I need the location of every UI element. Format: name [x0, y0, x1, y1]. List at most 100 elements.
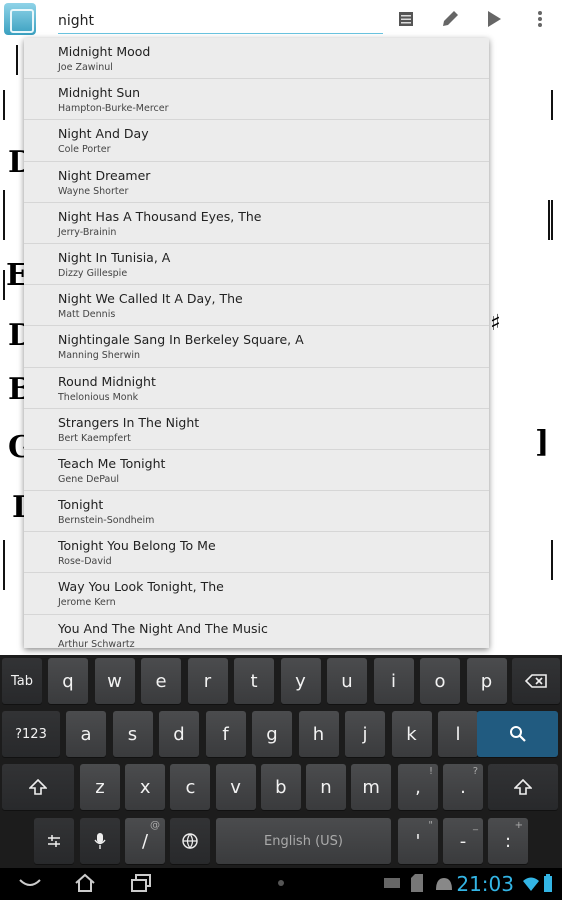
suggestion-item[interactable]: Teach Me Tonight Gene DePaul	[24, 450, 489, 492]
key-g[interactable]: g	[252, 711, 292, 757]
suggestion-item[interactable]: Night And Day Cole Porter	[24, 120, 489, 162]
suggestion-item[interactable]: Night Dreamer Wayne Shorter	[24, 162, 489, 203]
back-icon[interactable]	[18, 876, 42, 890]
shift-icon	[514, 779, 532, 795]
key-q[interactable]: q	[48, 658, 88, 704]
suggestion-composer: Wayne Shorter	[58, 185, 129, 197]
more-vert-icon	[538, 11, 542, 27]
key-o[interactable]: o	[420, 658, 460, 704]
suggestion-title: Midnight Mood	[58, 44, 151, 59]
tab-key[interactable]: Tab	[2, 658, 42, 704]
shift-key-left[interactable]	[2, 764, 74, 810]
suggestion-title: Night Has A Thousand Eyes, The	[58, 208, 262, 224]
suggestion-item[interactable]: Way You Look Tonight, The Jerome Kern	[24, 573, 489, 615]
colon-key[interactable]: : +	[488, 818, 528, 864]
home-icon[interactable]	[74, 873, 96, 893]
language-key[interactable]	[170, 818, 210, 864]
period-key-alt: ?	[472, 766, 478, 777]
key-p[interactable]: p	[466, 658, 507, 704]
search-input[interactable]	[58, 9, 383, 34]
sliders-icon	[48, 835, 60, 847]
key-c[interactable]: c	[170, 764, 211, 810]
suggestion-composer: Manning Sherwin	[58, 350, 141, 362]
globe-icon	[182, 833, 198, 849]
suggestion-item[interactable]: Round Midnight Thelonious Monk	[24, 368, 489, 409]
key-d[interactable]: d	[159, 711, 199, 757]
action-bar	[0, 0, 562, 38]
key-a[interactable]: a	[66, 711, 106, 757]
play-button[interactable]	[480, 6, 508, 32]
dash-key-label: -	[459, 830, 467, 852]
overflow-menu-button[interactable]	[526, 6, 554, 32]
suggestion-title: Tonight You Belong To Me	[58, 538, 216, 554]
suggestion-item[interactable]: Nightingale Sang In Berkeley Square, A Ma…	[24, 326, 489, 368]
suggestion-item[interactable]: Midnight Sun Hampton-Burke-Mercer	[24, 79, 489, 121]
pencil-icon	[443, 11, 458, 26]
key-v[interactable]: v	[215, 764, 256, 810]
suggestion-composer: Arthur Schwartz	[58, 638, 135, 648]
backspace-key[interactable]	[512, 658, 560, 704]
apostrophe-key-label: '	[415, 830, 421, 852]
key-h[interactable]: h	[298, 711, 339, 757]
slash-key[interactable]: / @	[125, 818, 165, 864]
key-w[interactable]: w	[94, 658, 135, 704]
apostrophe-key[interactable]: ' "	[398, 818, 438, 864]
suggestion-item[interactable]: Night Has A Thousand Eyes, The Jerry-Brai…	[24, 203, 489, 244]
suggestion-composer: Jerome Kern	[58, 597, 116, 609]
comma-key[interactable]: ,!	[398, 764, 438, 810]
list-button[interactable]	[392, 6, 420, 32]
suggestion-composer: Cole Porter	[58, 144, 111, 156]
suggestion-item[interactable]: Tonight Bernstein-Sondheim	[24, 491, 489, 533]
key-s[interactable]: s	[112, 711, 153, 757]
suggestion-composer: Dizzy Gillespie	[58, 267, 128, 279]
symbols-key[interactable]: ?123	[2, 711, 60, 757]
key-i[interactable]: i	[373, 658, 414, 704]
suggestion-composer: Rose-David	[58, 556, 112, 568]
suggestion-composer: Bert Kaempfert	[58, 432, 131, 444]
key-b[interactable]: b	[260, 764, 301, 810]
search-key[interactable]	[477, 711, 558, 757]
key-m[interactable]: m	[351, 764, 392, 810]
app-logo-icon[interactable]	[4, 3, 36, 35]
suggestion-item[interactable]: Tonight You Belong To Me Rose-David	[24, 532, 489, 574]
key-y[interactable]: y	[280, 658, 321, 704]
suggestion-item[interactable]: Strangers In The Night Bert Kaempfert	[24, 409, 489, 450]
suggestion-title: Night We Called It A Day, The	[58, 291, 243, 307]
colon-key-alt: +	[514, 820, 523, 831]
key-l[interactable]: l	[438, 711, 478, 757]
comma-key-alt: !	[428, 766, 433, 777]
key-u[interactable]: u	[327, 658, 367, 704]
edit-button[interactable]	[436, 6, 464, 32]
key-f[interactable]: f	[205, 711, 246, 757]
space-key[interactable]: English (US)	[216, 818, 391, 864]
suggestion-title: Night In Tunisia, A	[58, 249, 171, 265]
keyboard-status-icon	[384, 878, 400, 888]
key-j[interactable]: j	[345, 711, 385, 757]
suggestion-item[interactable]: You And The Night And The Music Arthur Sc…	[24, 615, 489, 648]
suggestion-composer: Bernstein-Sondheim	[58, 515, 155, 527]
key-t[interactable]: t	[234, 658, 274, 704]
settings-key[interactable]	[34, 818, 74, 864]
key-x[interactable]: x	[125, 764, 166, 810]
key-z[interactable]: z	[80, 764, 120, 810]
suggestion-composer: Thelonious Monk	[58, 391, 139, 403]
keyboard-indicator-icon	[278, 880, 284, 886]
suggestion-title: You And The Night And The Music	[58, 620, 268, 636]
key-n[interactable]: n	[306, 764, 346, 810]
suggestion-composer: Gene DePaul	[58, 473, 120, 485]
recent-apps-icon[interactable]	[130, 874, 152, 892]
suggestion-item[interactable]: Midnight Mood Joe Zawinul	[24, 38, 489, 80]
suggestion-title: Night And Day	[58, 126, 149, 142]
suggestion-title: Way You Look Tonight, The	[58, 579, 224, 595]
period-key[interactable]: .?	[443, 764, 483, 810]
key-k[interactable]: k	[391, 711, 432, 757]
suggestion-item[interactable]: Night In Tunisia, A Dizzy Gillespie	[24, 244, 489, 286]
shift-key-right[interactable]	[488, 764, 558, 810]
key-e[interactable]: e	[141, 658, 181, 704]
voice-key[interactable]	[80, 818, 120, 864]
status-clock: 21:03	[456, 872, 514, 896]
suggestion-item[interactable]: Night We Called It A Day, The Matt Dennis	[24, 285, 489, 327]
key-r[interactable]: r	[187, 658, 228, 704]
wifi-icon	[523, 877, 539, 891]
dash-key[interactable]: - _	[443, 818, 483, 864]
